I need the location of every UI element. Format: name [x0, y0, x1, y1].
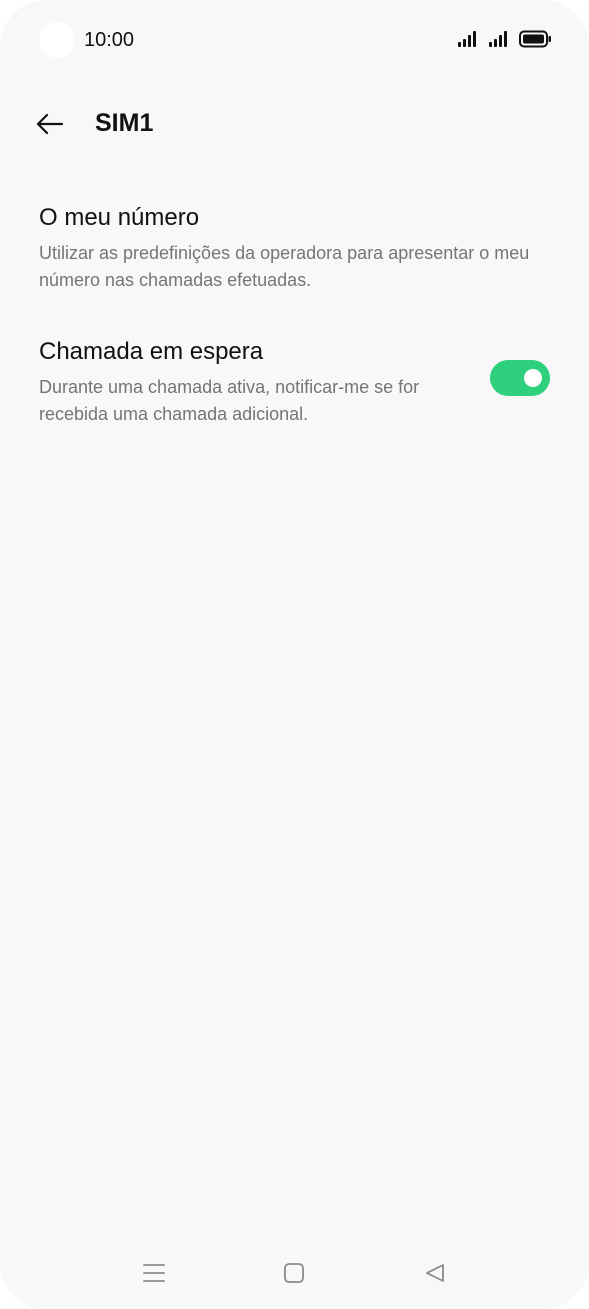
status-time: 10:00: [84, 29, 135, 51]
home-button[interactable]: [279, 1258, 309, 1288]
phone-screen: 10:00 SIM1 O meu número Utilizar as pred…: [0, 0, 589, 1309]
back-nav-button[interactable]: [420, 1258, 450, 1288]
call-waiting-toggle[interactable]: [490, 360, 550, 396]
battery-icon: [519, 30, 551, 48]
setting-description: Utilizar as predefinições da operadora p…: [39, 243, 530, 290]
toggle-knob: [524, 369, 542, 387]
arrow-left-icon: [36, 113, 64, 135]
setting-title: O meu número: [39, 204, 200, 231]
setting-title: Chamada em espera: [39, 338, 264, 365]
setting-my-number[interactable]: O meu número Utilizar as predefinições d…: [0, 198, 589, 298]
page-title: SIM1: [95, 109, 154, 137]
navigation-bar: [0, 1250, 589, 1296]
signal-icon: [489, 31, 507, 47]
setting-call-waiting[interactable]: Chamada em espera Durante uma chamada at…: [0, 332, 589, 432]
back-triangle-icon: [426, 1264, 444, 1282]
camera-cutout: [39, 22, 75, 58]
home-icon: [284, 1263, 304, 1283]
signal-icon: [458, 31, 476, 47]
back-button[interactable]: [30, 104, 70, 144]
app-header: SIM1: [0, 96, 589, 150]
status-bar: 10:00: [0, 0, 589, 80]
menu-icon: [143, 1264, 165, 1282]
recent-apps-button[interactable]: [139, 1258, 169, 1288]
setting-description: Durante uma chamada ativa, notificar-me …: [39, 377, 420, 424]
